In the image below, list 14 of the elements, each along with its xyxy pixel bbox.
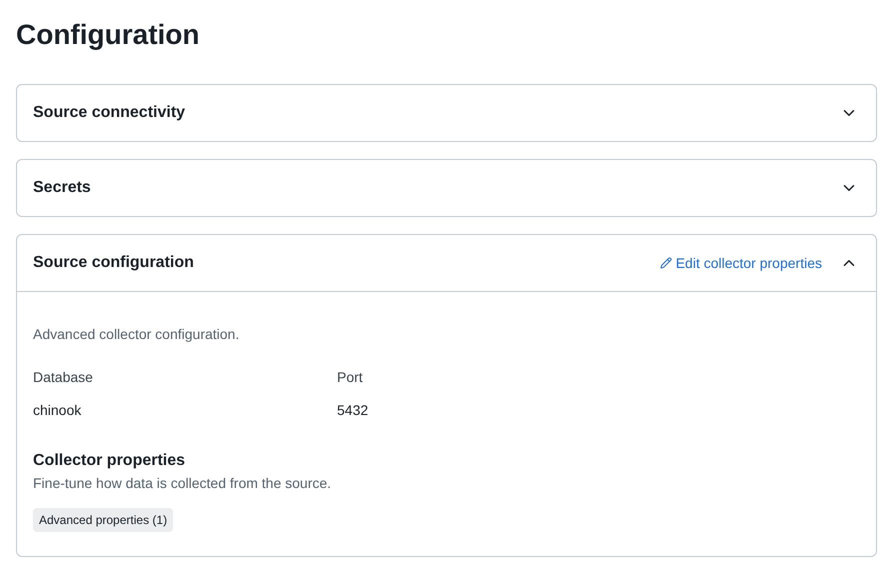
field-label: Port — [337, 368, 364, 387]
edit-link[interactable]: Edit collector properties — [660, 252, 822, 274]
section-title: Secrets — [33, 178, 92, 198]
section-title: Source connectivity — [33, 103, 186, 123]
section-title: Source configuration — [33, 253, 195, 273]
pencil-icon — [660, 257, 672, 269]
subsection-title: Collector properties — [33, 451, 186, 471]
subsection-description: Fine-tune how data is collected from the source. — [33, 474, 332, 493]
field-label: Database — [33, 368, 94, 387]
field-value: 5432 — [337, 401, 370, 420]
field-value: chinook — [33, 401, 82, 420]
properties-tag[interactable]: Advanced properties (1) — [33, 508, 174, 532]
page-title: Configuration — [16, 18, 201, 52]
section-description: Advanced collector configuration. — [33, 325, 240, 344]
